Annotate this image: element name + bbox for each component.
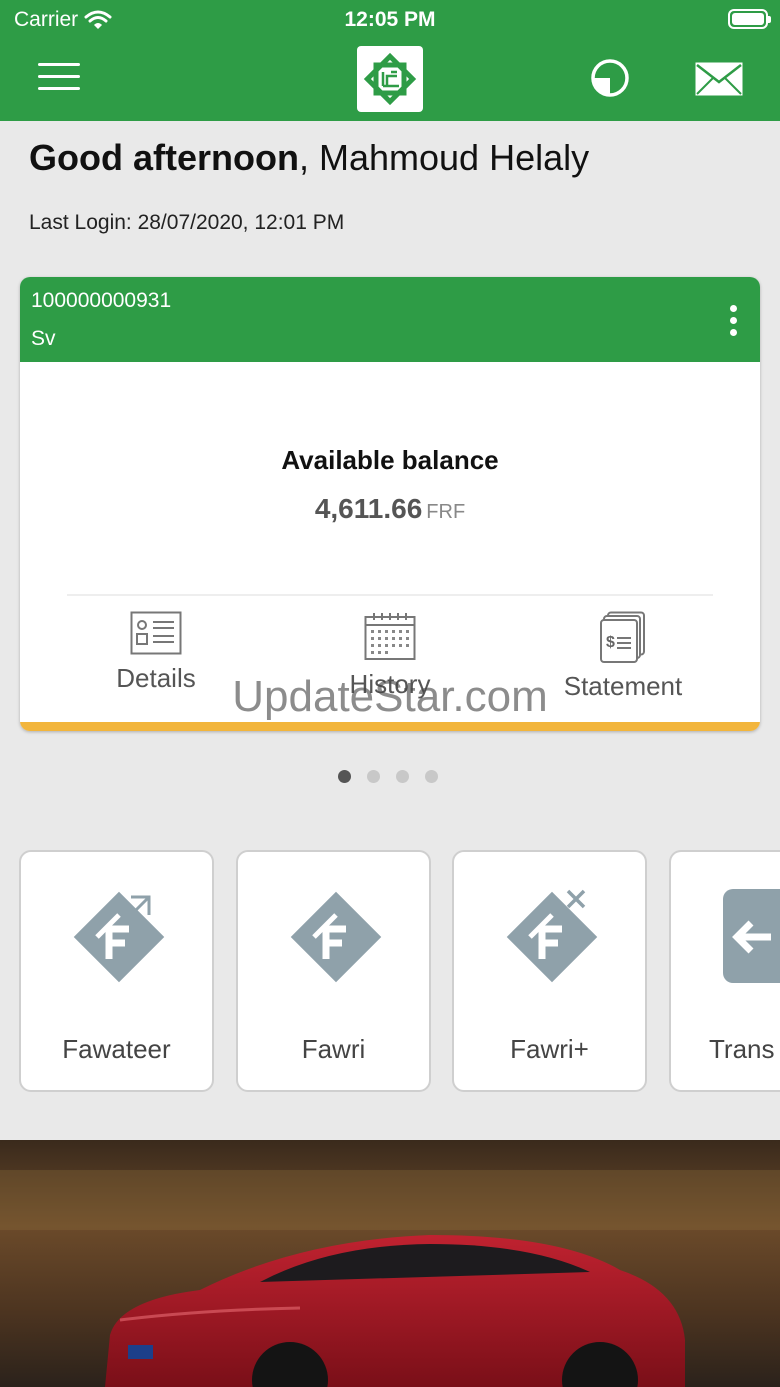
balance-currency: FRF — [426, 501, 466, 523]
mail-icon[interactable] — [695, 62, 743, 96]
history-button[interactable]: History — [290, 611, 490, 700]
account-number: 100000000931 — [31, 289, 172, 312]
pager-dots[interactable] — [338, 770, 438, 784]
fawri-plus-icon — [506, 889, 598, 983]
statement-button[interactable]: $ Statement — [523, 611, 723, 702]
statement-icon: $ — [600, 611, 645, 663]
top-app-bar: Carrier 12:05 PM — [0, 0, 780, 121]
card-accent-bar — [20, 722, 760, 731]
service-tile-fawri[interactable]: Fawri — [236, 850, 431, 1092]
account-card-header: 100000000931 Sv — [20, 277, 760, 362]
history-label: History — [349, 669, 431, 699]
hamburger-icon[interactable] — [38, 63, 80, 93]
greeting: Good afternoon, Mahmoud Helaly — [29, 137, 589, 179]
pager-dot[interactable] — [425, 770, 438, 783]
battery-icon — [728, 9, 771, 29]
service-tile-transfer[interactable]: Trans — [669, 850, 780, 1092]
promo-banner[interactable] — [0, 1140, 780, 1387]
balance-value: 4,611.66 — [314, 493, 423, 524]
account-type: Sv — [31, 327, 56, 350]
status-bar: Carrier 12:05 PM — [0, 0, 780, 40]
pager-dot[interactable] — [396, 770, 409, 783]
greeting-salutation: Good afternoon — [29, 137, 299, 178]
balance-amount: 4,611.66 FRF — [20, 493, 760, 525]
pager-dot[interactable] — [367, 770, 380, 783]
greeting-separator: , — [298, 137, 309, 178]
car-banner-image — [0, 1140, 780, 1387]
account-card[interactable]: 100000000931 Sv Available balance 4,611.… — [20, 277, 760, 731]
transfer-icon — [723, 889, 780, 983]
pie-chart-icon[interactable] — [590, 58, 630, 98]
last-login-text: Last Login: 28/07/2020, 12:01 PM — [29, 211, 345, 234]
details-icon — [130, 611, 182, 655]
svg-text:$: $ — [606, 634, 615, 651]
transfer-label: Trans — [709, 1034, 775, 1064]
statement-label: Statement — [563, 671, 683, 701]
details-label: Details — [116, 663, 196, 693]
service-tile-fawri-plus[interactable]: Fawri+ — [452, 850, 647, 1092]
calendar-icon — [364, 613, 416, 660]
fawri-icon — [290, 891, 382, 983]
card-divider — [67, 594, 713, 596]
fawateer-label: Fawateer — [62, 1034, 171, 1064]
fawateer-icon — [73, 891, 165, 983]
balance-label: Available balance — [281, 445, 499, 475]
greeting-name: Mahmoud Helaly — [308, 137, 590, 178]
status-time: 12:05 PM — [344, 8, 436, 31]
fawri-plus-label: Fawri+ — [510, 1034, 589, 1064]
more-options-icon[interactable] — [728, 305, 738, 337]
pager-dot[interactable] — [338, 770, 351, 783]
fawri-label: Fawri — [301, 1034, 366, 1064]
service-tile-fawateer[interactable]: Fawateer — [19, 850, 214, 1092]
bank-logo — [357, 46, 423, 112]
details-button[interactable]: Details — [56, 611, 256, 694]
